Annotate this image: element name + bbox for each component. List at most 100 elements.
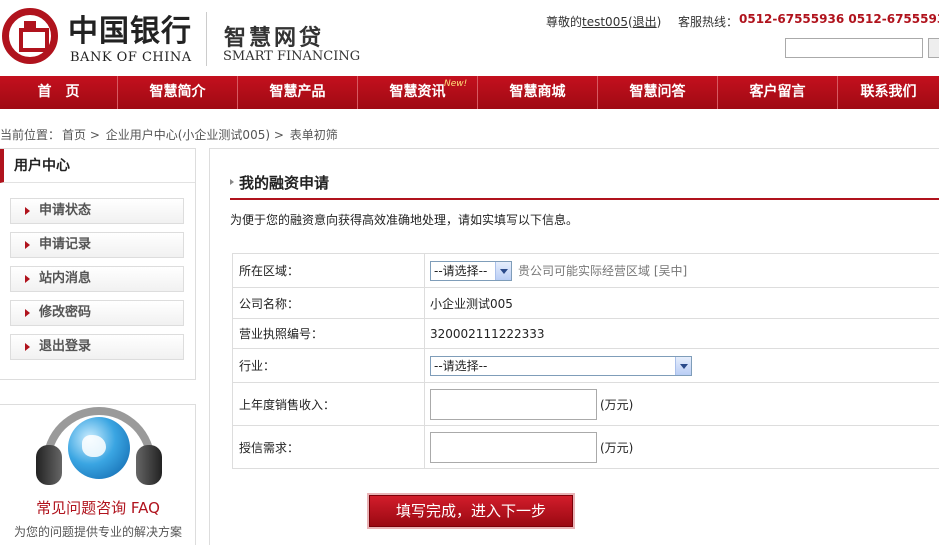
breadcrumb-separator: > — [273, 128, 284, 142]
globe-icon — [68, 417, 130, 479]
breadcrumb-user-center[interactable]: 企业用户中心(小企业测试005) — [106, 128, 270, 142]
revenue-label: 上年度销售收入： — [232, 382, 425, 426]
nav-item-products[interactable]: 智慧产品 — [238, 76, 358, 109]
industry-select[interactable]: --请选择-- — [430, 355, 692, 376]
credit-unit: (万元) — [600, 440, 634, 455]
industry-cell: --请选择-- — [424, 348, 939, 383]
arrow-right-icon — [25, 309, 30, 317]
main-nav: 首 页 智慧简介 智慧产品 智慧资讯 New! 智慧商城 智慧问答 客户留言 联系… — [0, 76, 939, 109]
company-value: 小企业测试005 — [424, 287, 939, 319]
faq-title[interactable]: 常见问题咨询 FAQ — [0, 497, 195, 518]
breadcrumb-current: 表单初筛 — [289, 128, 338, 142]
arrow-right-icon — [25, 241, 30, 249]
revenue-cell: (万元) — [424, 382, 939, 426]
form-description: 为便于您的融资意向获得高效准确地处理，请如实填写以下信息。 — [230, 213, 579, 227]
form-row-revenue: 上年度销售收入： (万元) — [232, 382, 939, 426]
greeting-prefix: 尊敬的 — [546, 15, 583, 29]
bank-of-china-logo-icon[interactable] — [2, 8, 58, 64]
page-title: 我的融资申请 — [239, 174, 330, 192]
breadcrumb-separator: > — [89, 128, 100, 142]
nav-item-messages[interactable]: 客户留言 — [718, 76, 838, 109]
arrow-right-icon — [25, 343, 30, 351]
breadcrumb-home[interactable]: 首页 — [62, 128, 86, 142]
license-value: 320002111222333 — [424, 318, 939, 349]
financing-form: 所在区域： --请选择-- 贵公司可能实际经营区域 [吴中] 公司名称： 小企业测… — [232, 253, 939, 469]
industry-label: 行业： — [232, 348, 425, 383]
sidebar-item-label: 申请状态 — [39, 203, 92, 218]
sidebar-item-logout[interactable]: 退出登录 — [10, 334, 184, 360]
main-content: 我的融资申请 为便于您的融资意向获得高效准确地处理，请如实填写以下信息。 所在区… — [209, 148, 939, 545]
breadcrumb: 当前位置： 首页 > 企业用户中心(小企业测试005) > 表单初筛 — [0, 126, 340, 143]
license-label: 营业执照编号： — [232, 318, 425, 349]
logo-chinese-text[interactable]: 中国银行 — [68, 6, 192, 50]
site-search-input[interactable] — [785, 38, 923, 58]
nav-label: 智慧产品 — [269, 84, 326, 100]
sidebar-item-application-status[interactable]: 申请状态 — [10, 198, 184, 224]
hotline-number: 0512-67555936 0512-67555936 — [739, 12, 939, 26]
arrow-right-icon — [25, 275, 30, 283]
header: 中国银行 BANK OF CHINA 智慧网贷 SMART FINANCING … — [0, 0, 939, 76]
region-hint: 贵公司可能实际经营区域 [吴中] — [518, 264, 688, 278]
title-divider — [230, 198, 939, 200]
user-center-sidebar: 用户中心 申请状态 申请记录 站内消息 修改密码 退出登录 — [0, 148, 196, 380]
nav-item-home[interactable]: 首 页 — [0, 76, 118, 109]
site-search-button[interactable] — [928, 38, 939, 58]
sidebar-item-label: 站内消息 — [39, 271, 92, 286]
nav-item-intro[interactable]: 智慧简介 — [118, 76, 238, 109]
nav-item-news[interactable]: 智慧资讯 New! — [358, 76, 478, 109]
headphone-earcup-right-icon — [136, 445, 162, 485]
revenue-unit: (万元) — [600, 397, 634, 412]
sidebar-item-application-records[interactable]: 申请记录 — [10, 232, 184, 258]
product-name-chinese: 智慧网贷 — [224, 25, 325, 51]
form-row-license: 营业执照编号： 320002111222333 — [232, 318, 939, 349]
form-row-region: 所在区域： --请选择-- 贵公司可能实际经营区域 [吴中] — [232, 253, 939, 288]
nav-label: 首 页 — [37, 84, 80, 100]
region-select-value: --请选择-- — [434, 263, 488, 278]
sidebar-item-site-messages[interactable]: 站内消息 — [10, 266, 184, 292]
form-row-company: 公司名称： 小企业测试005 — [232, 287, 939, 319]
sidebar-item-label: 退出登录 — [39, 339, 92, 354]
dropdown-arrow-icon — [495, 261, 511, 280]
logout-link[interactable]: 退出 — [633, 15, 657, 29]
sidebar-item-change-password[interactable]: 修改密码 — [10, 300, 184, 326]
headphone-earcup-left-icon — [36, 445, 62, 485]
dropdown-arrow-icon — [675, 356, 691, 375]
new-badge: New! — [444, 79, 468, 89]
form-row-industry: 行业： --请选择-- — [232, 348, 939, 383]
region-label: 所在区域： — [232, 253, 425, 288]
faq-banner[interactable]: 常见问题咨询 FAQ 为您的问题提供专业的解决方案 — [0, 404, 196, 545]
nav-item-contact[interactable]: 联系我们 — [838, 76, 939, 109]
logo-divider — [206, 12, 207, 66]
company-label: 公司名称： — [232, 287, 425, 319]
nav-item-mall[interactable]: 智慧商城 — [478, 76, 598, 109]
product-name-english: SMART FINANCING — [223, 49, 361, 64]
breadcrumb-prefix: 当前位置： — [0, 128, 61, 142]
form-row-credit: 授信需求： (万元) — [232, 425, 939, 469]
region-select[interactable]: --请选择-- — [430, 260, 512, 281]
sidebar-title: 用户中心 — [0, 149, 195, 183]
region-cell: --请选择-- 贵公司可能实际经营区域 [吴中] — [424, 253, 939, 288]
submit-next-button[interactable]: 填写完成，进入下一步 — [369, 495, 573, 527]
username-link[interactable]: test005 — [582, 15, 628, 29]
nav-item-qa[interactable]: 智慧问答 — [598, 76, 718, 109]
nav-label: 客户留言 — [749, 84, 806, 100]
user-greeting: 尊敬的test005(退出) — [546, 13, 661, 30]
revenue-input[interactable] — [430, 388, 597, 420]
title-arrow-icon — [230, 179, 234, 185]
nav-label: 智慧商城 — [509, 84, 566, 100]
credit-label: 授信需求： — [232, 425, 425, 469]
arrow-right-icon — [25, 207, 30, 215]
industry-select-value: --请选择-- — [434, 358, 488, 373]
hotline-label: 客服热线： — [678, 15, 739, 29]
logo-english-text[interactable]: BANK OF CHINA — [70, 50, 192, 65]
nav-label: 智慧资讯 — [389, 84, 446, 100]
nav-label: 智慧简介 — [149, 84, 206, 100]
sidebar-item-label: 申请记录 — [39, 237, 92, 252]
credit-input[interactable] — [430, 431, 597, 463]
credit-cell: (万元) — [424, 425, 939, 469]
nav-label: 智慧问答 — [629, 84, 686, 100]
logout-paren-close: ) — [656, 15, 662, 29]
sidebar-item-label: 修改密码 — [39, 305, 92, 320]
faq-subtitle: 为您的问题提供专业的解决方案 — [13, 525, 182, 539]
nav-label: 联系我们 — [860, 84, 917, 100]
